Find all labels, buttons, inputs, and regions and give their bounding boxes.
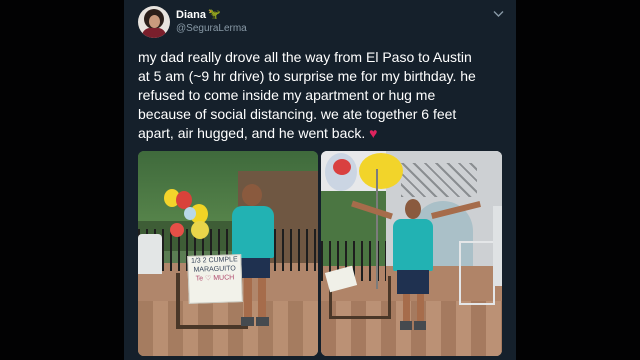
right-leg bbox=[258, 278, 266, 318]
shoe bbox=[400, 321, 412, 330]
right-leg bbox=[417, 294, 424, 322]
tweet-text: my dad really drove all the way from El … bbox=[138, 48, 510, 143]
video-frame: Diana 🦖 @SeguraLerma my dad really drove… bbox=[0, 0, 640, 360]
tweet-text-line: my dad really drove all the way from El … bbox=[138, 49, 472, 65]
yellow-smiley-balloon bbox=[359, 153, 403, 189]
teal-shirt bbox=[232, 206, 274, 258]
tweet-text-line: apart, air hugged, and he went back. bbox=[138, 125, 366, 141]
heart-icon: ♥ bbox=[369, 125, 378, 141]
lattice bbox=[401, 163, 477, 197]
person-head bbox=[242, 184, 262, 206]
tweet-photo-2[interactable] bbox=[321, 151, 502, 356]
navy-shorts bbox=[238, 258, 270, 278]
white-chair bbox=[459, 241, 495, 305]
chevron-down-icon[interactable] bbox=[493, 9, 504, 21]
tweet-photo-1[interactable]: 1/3 2 CUMPLE MARAGUITO Te ♡ MUCH bbox=[138, 151, 318, 356]
sign-line: Te ♡ MUCH bbox=[195, 274, 235, 283]
left-leg bbox=[403, 294, 410, 322]
avatar-shirt bbox=[142, 28, 166, 38]
user-handle[interactable]: @SeguraLerma bbox=[176, 23, 247, 34]
red-balloon bbox=[333, 159, 351, 175]
navy-shorts bbox=[397, 270, 429, 294]
shoe bbox=[256, 317, 269, 326]
shoe bbox=[414, 321, 426, 330]
silver-balloon bbox=[184, 207, 196, 220]
red-balloon bbox=[170, 223, 184, 237]
person-head bbox=[405, 199, 421, 219]
tweet-card: Diana 🦖 @SeguraLerma my dad really drove… bbox=[124, 0, 516, 360]
avatar[interactable] bbox=[138, 6, 170, 38]
smiley-balloon bbox=[191, 221, 209, 239]
left-leg bbox=[244, 278, 252, 318]
tweet-text-line: at 5 am (~9 hr drive) to surprise me for… bbox=[138, 68, 476, 84]
dinosaur-emoji: 🦖 bbox=[208, 9, 221, 20]
white-chair bbox=[138, 234, 162, 274]
balloon-string bbox=[376, 169, 378, 289]
avatar-face bbox=[149, 15, 160, 28]
shoe bbox=[241, 317, 254, 326]
birthday-sign: 1/3 2 CUMPLE MARAGUITO Te ♡ MUCH bbox=[187, 254, 243, 304]
tweet-text-line: because of social distancing. we ate tog… bbox=[138, 106, 457, 122]
teal-shirt bbox=[393, 219, 433, 271]
pillar bbox=[493, 206, 502, 286]
tweet-text-line: refused to come inside my apartment or h… bbox=[138, 87, 436, 103]
display-name[interactable]: Diana bbox=[176, 9, 206, 21]
